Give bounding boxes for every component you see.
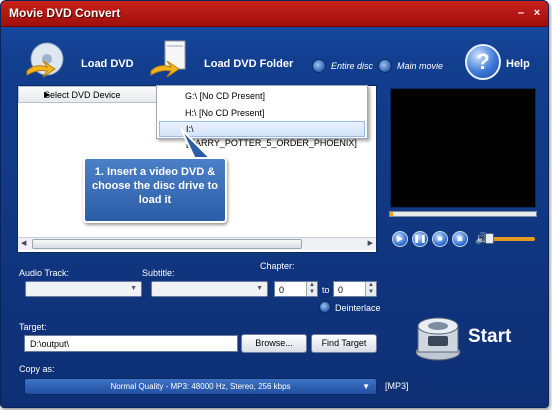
stop-icon[interactable]: ■ (432, 231, 448, 247)
snapshot-icon[interactable]: ◙ (452, 231, 468, 247)
play-icon[interactable]: ▶ (392, 231, 408, 247)
copy-as-label: Copy as: (19, 364, 55, 374)
entire-disc-label: Entire disc (331, 61, 374, 71)
video-progress-bar[interactable] (389, 211, 537, 217)
browse-button[interactable]: Browse... (241, 334, 307, 353)
minimize-icon[interactable]: – (515, 7, 527, 19)
subtitle-label: Subtitle: (142, 268, 175, 278)
audio-track-label: Audio Track: (19, 268, 70, 278)
pause-icon[interactable]: ❚❚ (412, 231, 428, 247)
drive-item-h[interactable]: H:\ [No CD Present] (159, 105, 365, 121)
drive-item-g[interactable]: G:\ [No CD Present] (159, 88, 365, 104)
deinterlace-radio[interactable] (319, 301, 331, 313)
target-path-input[interactable]: D:\output\ (24, 335, 238, 352)
horizontal-scrollbar[interactable]: ◀ ▶ (18, 237, 376, 250)
volume-knob[interactable] (485, 233, 494, 244)
chapter-to-label: to (322, 285, 330, 295)
output-quality-select[interactable]: Normal Quality - MP3: 48000 Hz, Stereo, … (24, 378, 377, 395)
stepper-arrows-icon[interactable]: ▲ ▼ (365, 282, 376, 296)
chevron-down-icon: ▼ (256, 285, 263, 292)
help-icon[interactable]: ? (465, 44, 501, 80)
format-tag: [MP3] (385, 381, 409, 391)
start-icon[interactable] (412, 306, 464, 362)
deinterlace-label: Deinterlace (335, 303, 381, 313)
tip-callout: 1. Insert a video DVD & choose the disc … (83, 157, 227, 223)
chevron-down-icon: ▼ (130, 285, 137, 292)
target-label: Target: (19, 322, 47, 332)
main-movie-label: Main movie (397, 61, 444, 71)
chapter-to-stepper[interactable]: 0 ▲ ▼ (333, 281, 377, 297)
submenu-arrow-icon: ▶ (44, 90, 51, 99)
start-button[interactable]: Start (468, 326, 511, 348)
window-title: Movie DVD Convert (9, 6, 121, 20)
title-bar: Movie DVD Convert – × (1, 1, 548, 27)
help-label[interactable]: Help (506, 58, 530, 70)
load-dvd-folder-button[interactable]: Load DVD Folder (204, 58, 293, 70)
app-window: Movie DVD Convert – × Load DVD Load DVD … (0, 0, 549, 408)
volume-slider[interactable] (491, 237, 535, 241)
chevron-down-icon: ▼ (362, 382, 370, 391)
load-dvd-icon[interactable] (25, 41, 69, 83)
chapter-label: Chapter: (260, 261, 295, 271)
load-dvd-button[interactable]: Load DVD (81, 58, 134, 70)
chapter-from-stepper[interactable]: 0 ▲ ▼ (274, 281, 318, 297)
subtitle-select[interactable]: ▼ (151, 281, 268, 297)
video-progress-fill (390, 212, 393, 216)
scroll-right-icon[interactable]: ▶ (368, 239, 373, 247)
stepper-arrows-icon[interactable]: ▲ ▼ (306, 282, 317, 296)
entire-disc-radio[interactable] (312, 59, 326, 73)
video-preview (390, 88, 536, 208)
select-dvd-device-menu[interactable]: Select DVD Device ▶ (18, 86, 159, 103)
scrollbar-thumb[interactable] (32, 239, 302, 249)
find-target-button[interactable]: Find Target (311, 334, 377, 353)
select-dvd-device-label: Select DVD Device (44, 90, 121, 100)
main-movie-radio[interactable] (378, 59, 392, 73)
scroll-left-icon[interactable]: ◀ (21, 239, 26, 247)
load-folder-icon[interactable] (149, 39, 193, 83)
audio-track-select[interactable]: ▼ (25, 281, 142, 297)
close-icon[interactable]: × (531, 7, 543, 19)
